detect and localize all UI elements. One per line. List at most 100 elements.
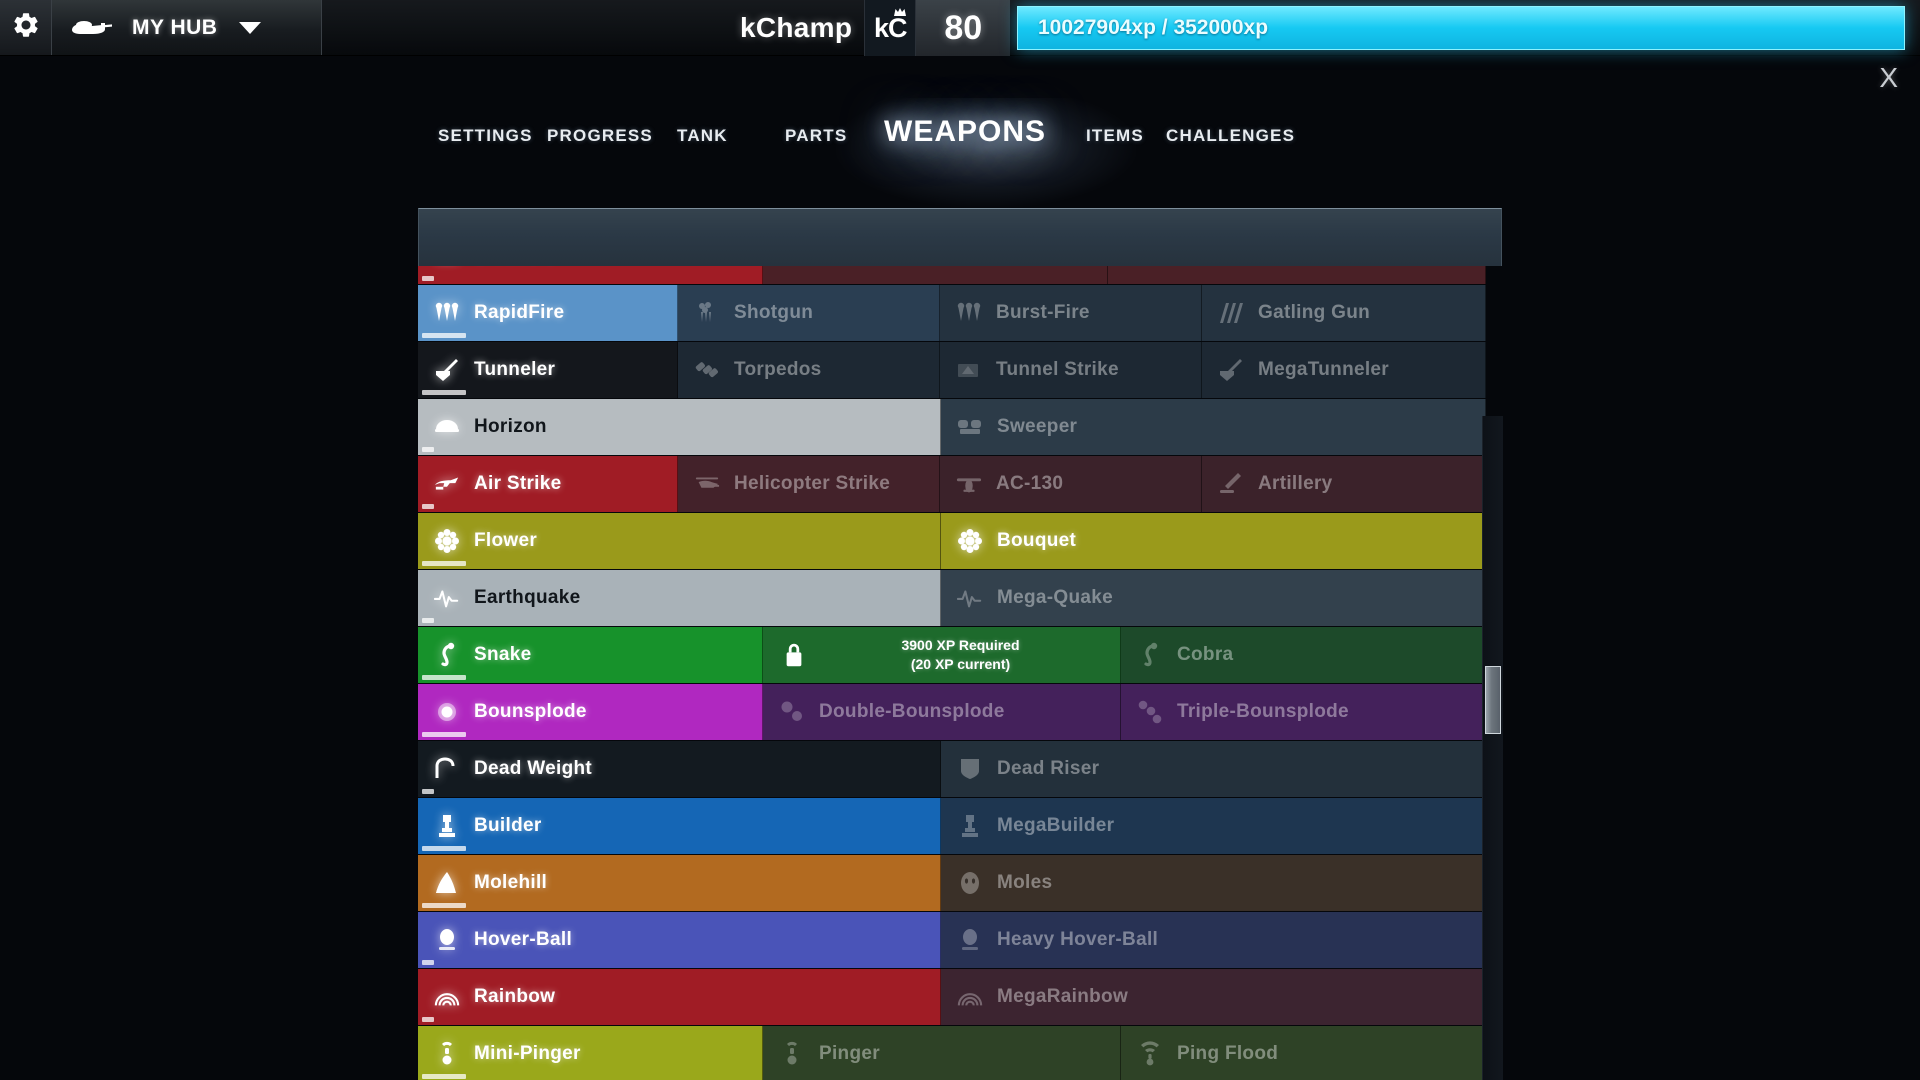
weapon-cell-triple-bounsplode[interactable]: Triple-Bounsplode [1121,684,1486,740]
pinger-icon [434,1041,460,1067]
weapon-cell-moles[interactable]: Moles [941,855,1486,911]
close-button[interactable]: X [1879,62,1898,94]
tab-settings[interactable]: SETTINGS [438,126,533,146]
weapon-cell-dead-weight[interactable]: Dead Weight [418,741,941,797]
weapon-name-label: Flower [474,530,538,551]
weapon-cell-flower[interactable]: Flower [418,513,941,569]
ammo-indicator [422,789,434,794]
weapon-cell-cobra[interactable]: Cobra [1121,627,1486,683]
weapon-cell-torpedos[interactable]: Torpedos [678,342,940,398]
weapon-cell-dead-riser[interactable]: Dead Riser [941,741,1486,797]
weapon-name-label: Mega-Quake [997,587,1113,608]
three-bubbles-icon [1137,699,1163,725]
weapon-name-label: MegaRainbow [997,986,1129,1007]
ammo-indicator [422,960,434,965]
ammo-indicator [422,390,466,395]
weapon-cell-artillery[interactable]: Artillery [1202,456,1486,512]
weapon-cell-area-attack[interactable]: Area Attack [1108,266,1486,284]
pulse-icon [434,585,460,611]
weapon-cell-bounsplode[interactable]: Bounsplode [418,684,763,740]
weapon-name-label: Burst-Fire [996,302,1090,323]
sweeper-icon [957,414,983,440]
weapon-cell-pinger[interactable]: Pinger [763,1026,1121,1080]
tab-progress[interactable]: PROGRESS [547,126,653,146]
weapon-cell-air-strike[interactable]: Air Strike [418,456,678,512]
two-bubbles-icon [779,699,805,725]
weapon-cell-mega-quake[interactable]: Mega-Quake [941,570,1486,626]
weapon-cell-heavy-hover-ball[interactable]: Heavy Hover-Ball [941,912,1486,968]
ammo-indicator [422,903,466,908]
shovel-icon [434,357,460,383]
rainbow-icon [957,984,983,1010]
bubble-icon [434,699,460,725]
plane-icon [434,471,460,497]
weapon-cell-sinkhole[interactable]: Sinkhole [418,266,763,284]
lock-icon [781,642,807,668]
scrollbar-thumb[interactable] [1485,666,1501,734]
weapon-row-rapidfire: RapidFire Shotgun Burst-Fire Gatling Gun [418,285,1486,341]
weapons-list: Sinkhole Area Strike Area Attack RapidFire S… [418,266,1486,1080]
weapon-cell-tunnel-strike[interactable]: Tunnel Strike [940,342,1202,398]
ammo-indicator [422,846,466,851]
pulse-icon [957,585,983,611]
ball-icon [957,927,983,953]
weapon-cell-molehill[interactable]: Molehill [418,855,941,911]
weapon-row-horizon: Horizon Sweeper [418,399,1486,455]
weapon-cell-builder[interactable]: Builder [418,798,941,854]
weapon-row-builder: Builder MegaBuilder [418,798,1486,854]
my-hub-selector[interactable]: MY HUB [52,0,322,55]
xp-required-label: 3900 XP Required [901,637,1020,654]
weapon-name-label: Hover-Ball [474,929,573,950]
mound-icon [434,870,460,896]
top-bar: MY HUB kChamp kC 80 10027904xp / 352000x… [0,0,1920,56]
weapon-cell-shotgun[interactable]: Shotgun [678,285,940,341]
ammo-indicator [422,675,466,680]
weapon-cell-snake[interactable]: Snake [418,627,763,683]
weapon-cell-tunneler[interactable]: Tunneler [418,342,678,398]
tab-tank[interactable]: TANK [677,126,728,146]
weapons-scrollbar[interactable] [1480,208,1503,1080]
locked-upgrade-info[interactable]: 3900 XP Required (20 XP current) [763,627,1121,683]
weapon-row-sinkhole: Sinkhole Area Strike Area Attack [418,266,1486,284]
weapon-cell-mini-pinger[interactable]: Mini-Pinger [418,1026,763,1080]
scrollbar-track[interactable] [1482,416,1503,1080]
ammo-indicator [422,732,466,737]
snake-icon [434,642,460,668]
weapon-cell-ping-flood[interactable]: Ping Flood [1121,1026,1486,1080]
weapon-cell-megabuilder[interactable]: MegaBuilder [941,798,1486,854]
shield-icon [957,756,983,782]
weapon-cell-hover-ball[interactable]: Hover-Ball [418,912,941,968]
weapon-cell-burst-fire[interactable]: Burst-Fire [940,285,1202,341]
weapon-name-label: Heavy Hover-Ball [997,929,1159,950]
weapon-cell-area-strike[interactable]: Area Strike [763,266,1108,284]
player-level: 80 [916,0,1011,56]
weapon-cell-bouquet[interactable]: Bouquet [941,513,1486,569]
weapon-cell-ac-130[interactable]: AC-130 [940,456,1202,512]
weapon-name-label: Helicopter Strike [734,473,891,494]
weapon-cell-helicopter-strike[interactable]: Helicopter Strike [678,456,940,512]
weapon-row-earthquake: Earthquake Mega-Quake [418,570,1486,626]
weapon-cell-earthquake[interactable]: Earthquake [418,570,941,626]
dome-icon [434,414,460,440]
weapon-cell-horizon[interactable]: Horizon [418,399,941,455]
weapon-row-hover-ball: Hover-Ball Heavy Hover-Ball [418,912,1486,968]
ammo-indicator [422,561,466,566]
tab-items[interactable]: ITEMS [1086,126,1144,146]
weapon-name-label: Area Attack [1164,266,1272,267]
panel-header [418,208,1502,266]
weapon-cell-sweeper[interactable]: Sweeper [941,399,1486,455]
weapon-cell-megarainbow[interactable]: MegaRainbow [941,969,1486,1025]
chevron-down-icon[interactable] [239,21,262,34]
three-circles-icon [779,266,805,269]
weapon-name-label: Sinkhole [474,266,556,267]
weapon-cell-gatling-gun[interactable]: Gatling Gun [1202,285,1486,341]
settings-gear-button[interactable] [0,0,52,55]
weapon-cell-rainbow[interactable]: Rainbow [418,969,941,1025]
weapon-cell-rapidfire[interactable]: RapidFire [418,285,678,341]
snake-icon [1137,642,1163,668]
tab-challenges[interactable]: CHALLENGES [1166,126,1295,146]
tab-parts[interactable]: PARTS [785,126,847,146]
tab-weapons[interactable]: WEAPONS [884,115,1046,149]
weapon-cell-megatunneler[interactable]: MegaTunneler [1202,342,1486,398]
weapon-cell-double-bounsplode[interactable]: Double-Bounsplode [763,684,1121,740]
